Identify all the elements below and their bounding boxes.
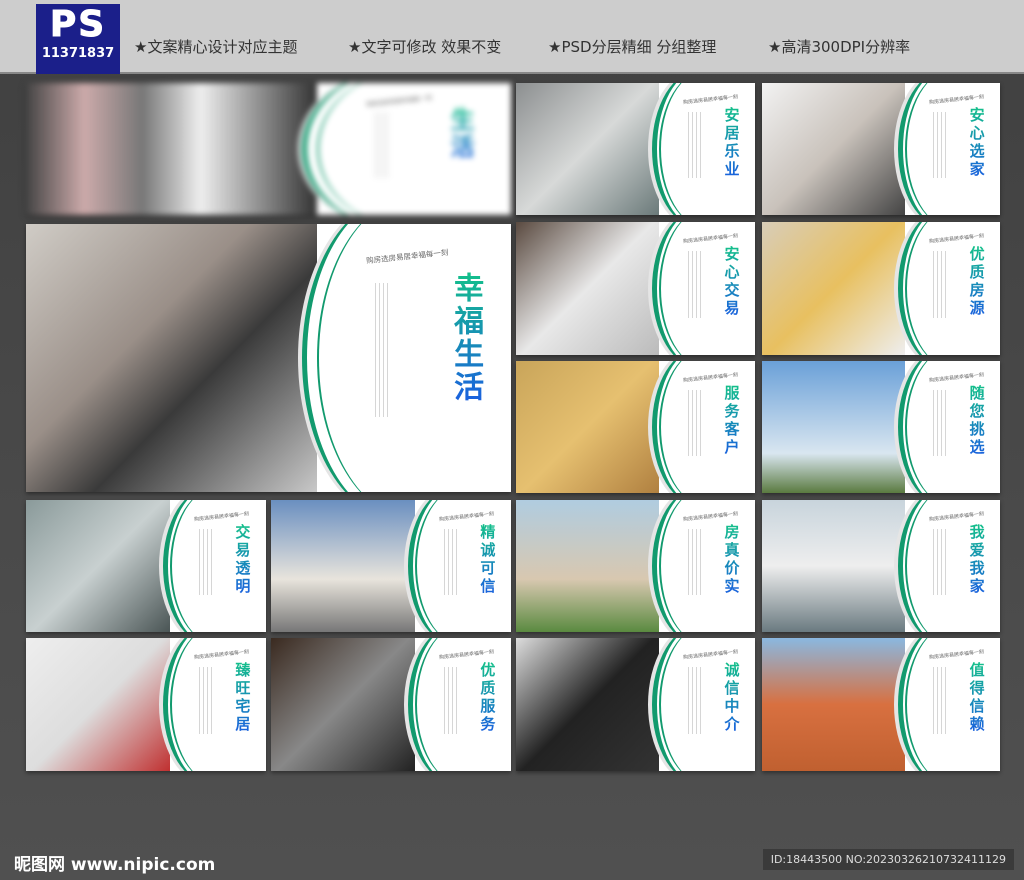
poster-photo <box>26 500 170 632</box>
poster-card: 购房选房易居幸福每一刻 安居乐业 <box>516 83 755 215</box>
poster-title: 臻旺宅居 <box>233 661 252 734</box>
poster-title: 值得信赖 <box>967 661 986 734</box>
poster-card: 购房选房易居幸福每一刻 房真价实 <box>516 500 755 632</box>
poster-title: 安居乐业 <box>722 106 741 179</box>
poster-title: 我爱我家 <box>967 523 986 596</box>
poster-photo <box>516 500 660 632</box>
decorative-text-lines <box>443 667 460 734</box>
poster-card: 购房选房易居幸福每一刻 精诚可信 <box>271 500 511 632</box>
decorative-text-lines <box>933 251 950 318</box>
decorative-text-lines <box>688 251 705 318</box>
decorative-text-lines <box>933 112 950 179</box>
decorative-text-lines <box>443 529 460 596</box>
ps-logo: PS 11371837 <box>36 4 120 74</box>
poster-card: 购房选房易居幸福每一刻 诚信中介 <box>516 638 755 771</box>
decorative-text-lines <box>688 667 705 734</box>
feature-4: ★高清300DPI分辨率 <box>768 38 911 56</box>
poster-photo <box>516 638 660 771</box>
poster-photo <box>762 500 905 632</box>
poster-title: 优质房源 <box>967 245 986 318</box>
poster-photo <box>762 222 905 355</box>
logo-id: 11371837 <box>41 46 115 61</box>
decorative-text-lines <box>688 529 705 596</box>
poster-card: 购房选房易居幸福每一刻 值得信赖 <box>762 638 1000 771</box>
decorative-text-lines <box>375 282 392 417</box>
poster-card: 购房选房易居幸福每一刻 我爱我家 <box>762 500 1000 632</box>
decorative-text-lines <box>198 529 215 596</box>
poster-card: 购房选房易居幸福每一刻 服务客户 <box>516 361 755 493</box>
poster-photo <box>516 222 660 355</box>
decorative-text-lines <box>688 112 705 179</box>
poster-photo <box>762 361 905 493</box>
poster-title: 诚信中介 <box>722 661 741 734</box>
feature-2: ★文字可修改 效果不变 <box>348 38 502 56</box>
poster-photo <box>271 500 415 632</box>
main-poster: 购房选房易居幸福每一刻 幸福生活 <box>26 224 511 492</box>
poster-photo <box>271 638 415 771</box>
poster-photo <box>26 224 317 492</box>
poster-title: 交易透明 <box>233 523 252 596</box>
poster-photo <box>762 83 905 215</box>
poster-card: 购房选房易居幸福每一刻 交易透明 <box>26 500 266 632</box>
poster-title: 安心选家 <box>967 106 986 179</box>
decorative-text-lines <box>688 390 705 457</box>
decorative-text-lines <box>375 112 392 179</box>
poster-card: 购房选房易居幸福每一刻 优质服务 <box>271 638 511 771</box>
decorative-text-lines <box>198 667 215 734</box>
poster-photo <box>516 83 660 215</box>
poster-title: 幸福生活 <box>443 272 487 404</box>
image-id: ID:18443500 NO:20230326210732411129 <box>762 849 1014 870</box>
poster-photo <box>762 638 905 771</box>
poster-title: 服务客户 <box>722 384 741 457</box>
poster-card: 购房选房易居幸福每一刻 臻旺宅居 <box>26 638 266 771</box>
poster-title: 精诚可信 <box>478 523 497 596</box>
header-bar: PS 11371837 ★文案精心设计对应主题 ★文字可修改 效果不变 ★PSD… <box>0 0 1024 74</box>
poster-title: 房真价实 <box>722 523 741 596</box>
site-watermark: 昵图网 www.nipic.com <box>14 855 216 875</box>
blurred-poster: 购房选房易居幸福每一刻 生活 <box>26 83 511 215</box>
logo-text: PS <box>49 4 107 46</box>
feature-3: ★PSD分层精细 分组整理 <box>548 38 717 56</box>
poster-title: 生活 <box>443 107 478 161</box>
poster-photo <box>516 361 660 493</box>
decorative-text-lines <box>933 390 950 457</box>
poster-card: 购房选房易居幸福每一刻 优质房源 <box>762 222 1000 355</box>
poster-photo <box>26 638 170 771</box>
poster-card: 购房选房易居幸福每一刻 随您挑选 <box>762 361 1000 493</box>
poster-title: 优质服务 <box>478 661 497 734</box>
decorative-text-lines <box>933 529 950 596</box>
feature-1: ★文案精心设计对应主题 <box>134 38 298 56</box>
poster-title: 安心交易 <box>722 245 741 318</box>
poster-title: 随您挑选 <box>967 384 986 457</box>
poster-card: 购房选房易居幸福每一刻 安心交易 <box>516 222 755 355</box>
poster-photo <box>26 83 317 215</box>
decorative-text-lines <box>933 667 950 734</box>
poster-card: 购房选房易居幸福每一刻 安心选家 <box>762 83 1000 215</box>
